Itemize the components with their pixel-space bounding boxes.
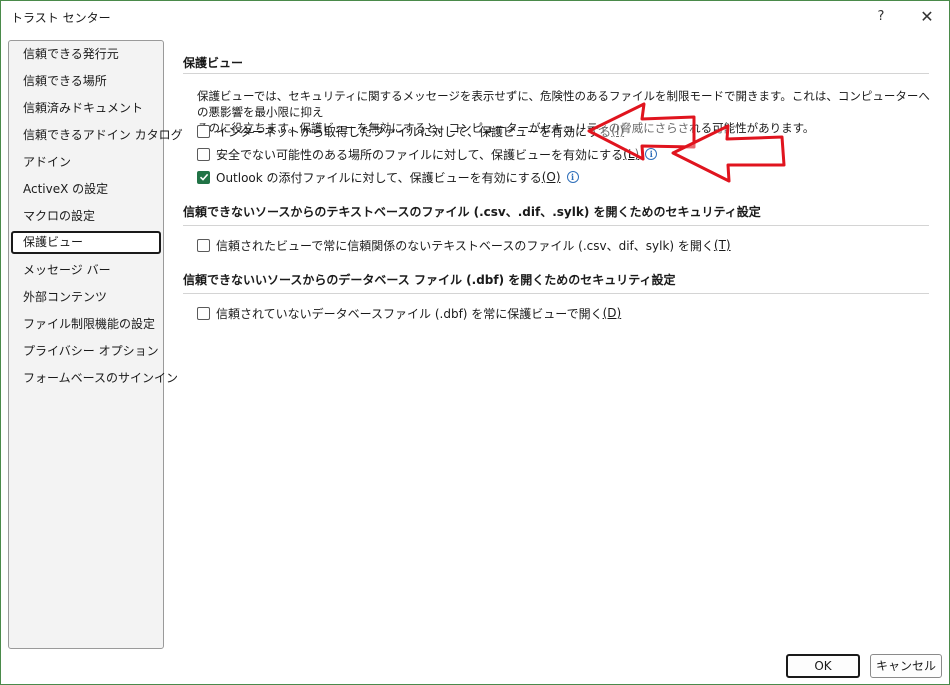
trust-center-dialog: トラスト センター ? ✕ 信頼できる発行元 信頼できる場所 信頼済みドキュメン… xyxy=(0,0,950,685)
cancel-button[interactable]: キャンセル xyxy=(870,654,942,678)
option-label: 信頼されていないデータベースファイル (.dbf) を常に保護ビューで開く xyxy=(216,306,603,321)
sidebar-item-trusted-locations[interactable]: 信頼できる場所 xyxy=(11,70,161,93)
sidebar-item-file-block-settings[interactable]: ファイル制限機能の設定 xyxy=(11,313,161,336)
checkbox[interactable] xyxy=(197,124,210,138)
option-label: 安全でない可能性のある場所のファイルに対して、保護ビューを有効にする xyxy=(216,147,624,162)
sidebar-item-form-based-signin[interactable]: フォームベースのサインイン xyxy=(11,367,178,390)
help-icon[interactable]: ? xyxy=(867,5,895,29)
option-text-files-trusted-view[interactable]: 信頼されたビューで常に信頼関係のないテキストベースのファイル (.csv、dif… xyxy=(197,236,731,254)
checkbox[interactable] xyxy=(197,306,210,320)
checkmark-icon xyxy=(199,173,208,181)
description-line: 保護ビューでは、セキュリティに関するメッセージを表示せずに、危険性のあるファイル… xyxy=(197,89,930,119)
section-divider xyxy=(183,225,929,226)
sidebar-item-external-content[interactable]: 外部コンテンツ xyxy=(11,286,161,309)
title-bar: トラスト センター ? ✕ xyxy=(1,1,949,33)
sidebar-item-privacy-options[interactable]: プライバシー オプション xyxy=(11,340,161,363)
info-icon[interactable]: i xyxy=(566,171,579,183)
sidebar-item-message-bar[interactable]: メッセージ バー xyxy=(11,259,161,282)
sidebar: 信頼できる発行元 信頼できる場所 信頼済みドキュメント 信頼できるアドイン カタ… xyxy=(8,40,183,649)
option-outlook-attachments[interactable]: Outlook の添付ファイルに対して、保護ビューを有効にする (O) i xyxy=(197,168,579,186)
option-label: インターネットから取得したファイルに対して、保護ビューを有効にする xyxy=(216,124,612,139)
accelerator-key: (D) xyxy=(602,306,622,320)
sidebar-item-macro-settings[interactable]: マクロの設定 xyxy=(11,205,161,228)
option-dbf-protected-view[interactable]: 信頼されていないデータベースファイル (.dbf) を常に保護ビューで開く (D) xyxy=(197,304,621,322)
info-icon[interactable]: i xyxy=(645,148,658,160)
option-internet-files[interactable]: インターネットから取得したファイルに対して、保護ビューを有効にする (I) xyxy=(197,122,624,140)
close-icon[interactable]: ✕ xyxy=(913,5,941,29)
window-title: トラスト センター xyxy=(11,11,111,25)
sidebar-item-protected-view[interactable]: 保護ビュー xyxy=(11,231,161,254)
protected-view-heading: 保護ビュー xyxy=(183,56,244,70)
ok-button[interactable]: OK xyxy=(786,654,860,678)
option-label: Outlook の添付ファイルに対して、保護ビューを有効にする xyxy=(216,170,542,185)
accelerator-key: (I) xyxy=(611,124,625,138)
accelerator-key: (O) xyxy=(541,170,561,184)
text-files-heading: 信頼できないソースからのテキストベースのファイル (.csv、.dif、.syl… xyxy=(183,205,761,219)
checkbox-checked[interactable] xyxy=(197,170,210,184)
checkbox[interactable] xyxy=(197,238,210,252)
main-panel: 保護ビュー 保護ビューでは、セキュリティに関するメッセージを表示せずに、危険性の… xyxy=(171,41,941,651)
sidebar-item-trusted-addin-catalogs[interactable]: 信頼できるアドイン カタログ xyxy=(11,124,183,147)
section-divider xyxy=(183,293,929,294)
sidebar-item-trusted-publishers[interactable]: 信頼できる発行元 xyxy=(11,43,161,66)
accelerator-key: (L) xyxy=(623,147,640,161)
accelerator-key: (T) xyxy=(713,238,731,252)
sidebar-item-addins[interactable]: アドイン xyxy=(11,151,161,174)
option-label: 信頼されたビューで常に信頼関係のないテキストベースのファイル (.csv、dif… xyxy=(216,238,714,253)
dbf-files-heading: 信頼できないいソースからのデータベース ファイル (.dbf) を開くためのセキ… xyxy=(183,273,676,287)
sidebar-item-trusted-documents[interactable]: 信頼済みドキュメント xyxy=(11,97,161,120)
section-divider xyxy=(183,73,929,74)
option-unsafe-locations[interactable]: 安全でない可能性のある場所のファイルに対して、保護ビューを有効にする (L) i xyxy=(197,145,658,163)
checkbox[interactable] xyxy=(197,147,210,161)
sidebar-item-activex-settings[interactable]: ActiveX の設定 xyxy=(11,178,161,201)
